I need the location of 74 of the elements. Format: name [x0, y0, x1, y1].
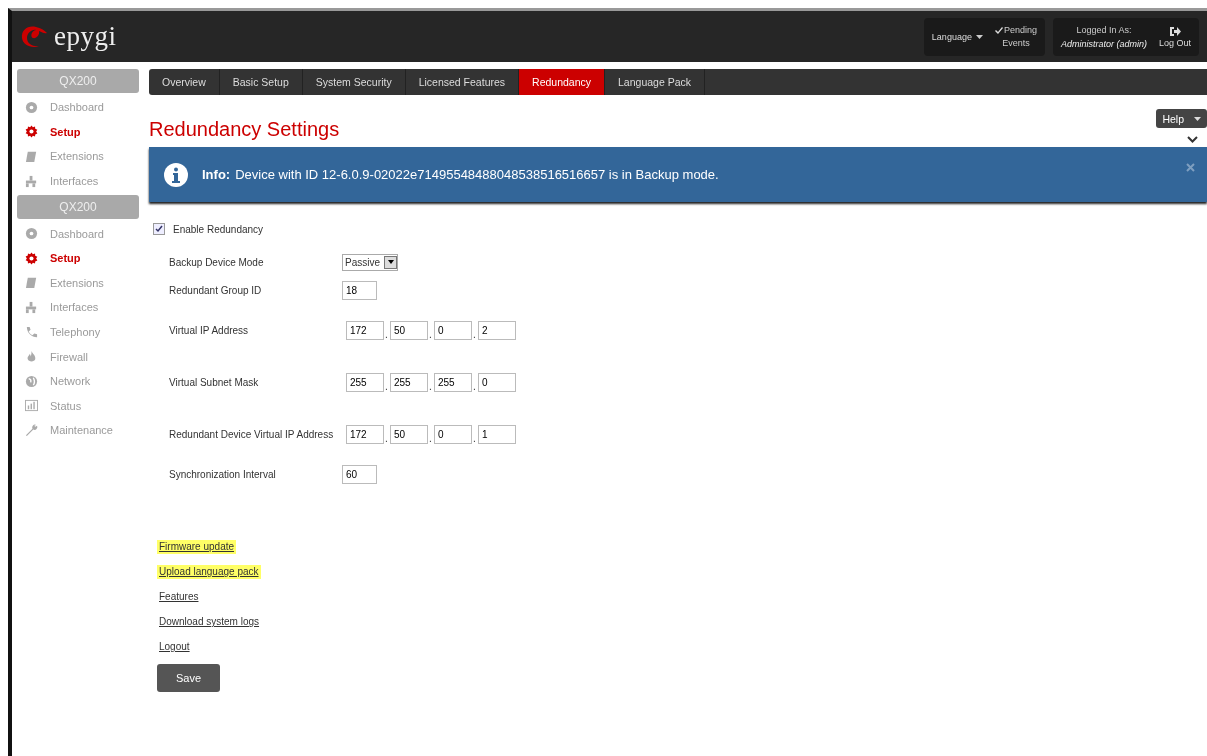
tab[interactable]: System Security [302, 69, 406, 95]
network-nodes-icon [25, 300, 38, 314]
caret-icon [1194, 116, 1201, 121]
bar-chart-icon [25, 399, 38, 413]
logout-icon [1169, 25, 1181, 37]
tab[interactable]: Basic Setup [219, 69, 303, 95]
ip-octet-field[interactable]: 50 [390, 424, 428, 444]
tab[interactable]: Language Pack [605, 69, 705, 95]
logged-in-label: Logged In As: [1075, 23, 1133, 37]
logo-text: epygi [54, 21, 117, 52]
user-name: Administrator (admin) [1060, 37, 1147, 51]
field-label: Synchronization Interval [169, 468, 277, 480]
checkbox[interactable] [153, 223, 165, 235]
language-dropdown[interactable]: Language [931, 31, 983, 42]
device-header: QX200 [17, 69, 139, 93]
network-nodes-icon [25, 174, 38, 188]
ip-octet-field[interactable]: 255 [346, 372, 384, 392]
tab[interactable]: Redundancy [519, 69, 606, 95]
ip-octet-field[interactable]: 172 [346, 320, 384, 340]
link[interactable]: Upload language pack [157, 565, 261, 579]
checkbox-label: Enable Redundancy [173, 223, 264, 235]
gear-icon [25, 125, 38, 139]
info-message: Info: Device with ID 12-6.0.9-02022e71495548488048538516516657 is in Backup mode. [202, 167, 719, 182]
book-icon [25, 276, 38, 290]
globe-icon [25, 374, 38, 388]
pending-events-link[interactable]: Pending [1003, 23, 1037, 37]
device-header: QX200 [17, 195, 139, 220]
ip-octet-field[interactable]: 0 [478, 372, 516, 392]
logout-button[interactable]: Log Out [1158, 25, 1191, 48]
ip-octet-field[interactable]: 50 [390, 320, 428, 340]
dot-separator: . [473, 328, 477, 340]
gear-icon [25, 251, 38, 265]
save-button[interactable]: Save [157, 664, 220, 692]
phone-icon [25, 325, 38, 339]
ip-octet-field[interactable]: 255 [434, 372, 472, 392]
help-button[interactable]: Help [1156, 109, 1207, 128]
flame-icon [25, 350, 38, 364]
field-label: Redundant Group ID [169, 284, 263, 296]
sidebar-item[interactable]: Setup [17, 119, 139, 145]
dot-separator: . [429, 432, 433, 444]
dot-separator: . [473, 380, 477, 392]
field-label: Virtual Subnet Mask [169, 376, 260, 388]
wrench-icon [25, 423, 38, 437]
field-label: Virtual IP Address [169, 324, 250, 336]
dropdown[interactable]: Passive [342, 253, 398, 271]
ip-octet-field[interactable]: 255 [390, 372, 428, 392]
dot-separator: . [385, 380, 389, 392]
ip-octet-field[interactable]: 2 [478, 320, 516, 340]
dot-separator: . [429, 328, 433, 340]
pending-events-link[interactable]: Events [1002, 36, 1030, 50]
dot-separator: . [429, 380, 433, 392]
tab[interactable]: Overview [149, 69, 220, 95]
ip-octet-field[interactable]: 0 [434, 424, 472, 444]
ip-octet-field[interactable]: 0 [434, 320, 472, 340]
ip-octet-field[interactable]: 1 [478, 424, 516, 444]
page-title: Redundancy Settings [149, 118, 340, 141]
link[interactable]: Download system logs [157, 615, 262, 629]
input-field[interactable]: 18 [342, 280, 377, 300]
field-label: Backup Device Mode [169, 256, 265, 268]
field-label: Redundant Device Virtual IP Address [169, 428, 335, 440]
dot-separator: . [385, 328, 389, 340]
dot-separator: . [385, 432, 389, 444]
link[interactable]: Features [157, 590, 201, 604]
caret-icon [975, 34, 983, 39]
book-icon [25, 150, 38, 163]
check-icon [994, 26, 1003, 34]
info-icon [164, 162, 188, 187]
chevron-down-icon[interactable] [1187, 136, 1198, 143]
input-field[interactable]: 60 [342, 464, 377, 484]
link[interactable]: Firmware update [157, 540, 237, 554]
sidebar-item[interactable]: Setup [17, 245, 139, 271]
dot-separator: . [473, 432, 477, 444]
ip-octet-field[interactable]: 172 [346, 424, 384, 444]
link[interactable]: Logout [157, 640, 192, 654]
